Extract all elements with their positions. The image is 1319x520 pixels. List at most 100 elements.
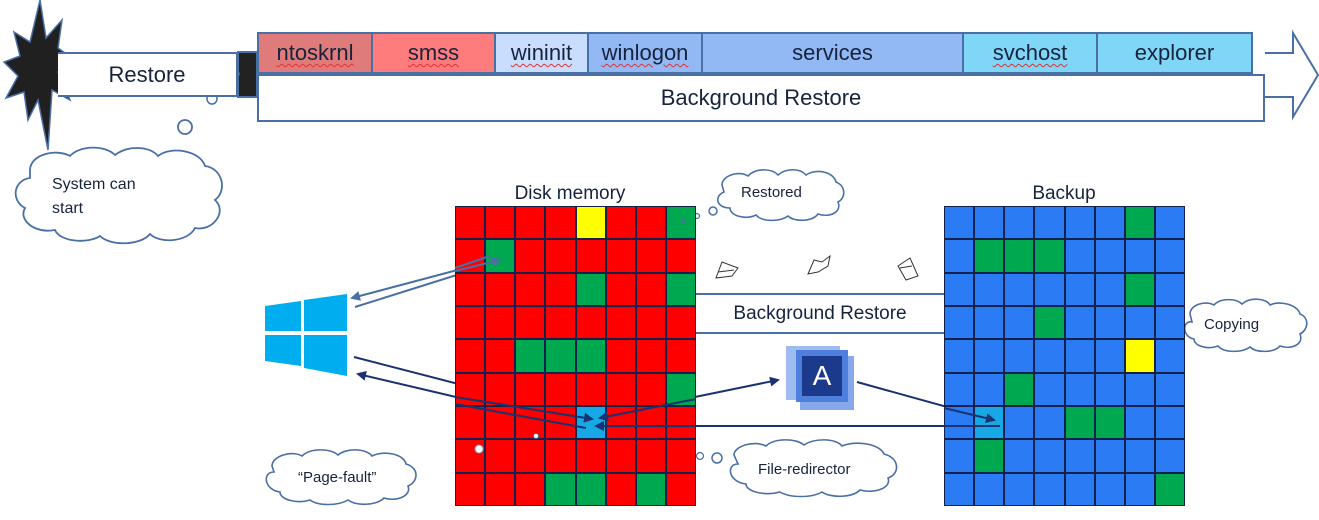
backup-cell: [945, 473, 974, 505]
backup-cell: [1065, 340, 1094, 372]
system-can-start-line2: start: [52, 200, 84, 217]
disk-memory-cell: [636, 440, 665, 472]
backup-cell: [1095, 407, 1124, 439]
system-can-start-line1: System can: [52, 176, 136, 193]
disk-memory-cell: [636, 273, 665, 305]
backup-cell: [975, 307, 1004, 339]
disk-memory-cell: [666, 440, 695, 472]
backup-cell: [1155, 407, 1184, 439]
backup-cell: [1095, 207, 1124, 239]
disk-memory-cell: [576, 340, 605, 372]
disk-memory-cell: [486, 307, 515, 339]
backup-cell: [975, 240, 1004, 272]
page-icon: [715, 261, 739, 279]
backup-cell: [945, 240, 974, 272]
backup-cell: [1035, 407, 1064, 439]
backup-cell: [1035, 273, 1064, 305]
stage-label: wininit: [510, 40, 573, 65]
disk-memory-cell: [576, 307, 605, 339]
disk-memory-cell: [636, 340, 665, 372]
backup-cell: [1155, 373, 1184, 405]
backup-cell: [975, 407, 1004, 439]
backup-cell: [1005, 240, 1034, 272]
backup-cell: [1065, 373, 1094, 405]
backup-cell: [975, 373, 1004, 405]
restore-box: Restore: [58, 52, 238, 97]
disk-memory-cell: [456, 373, 485, 405]
backup-grid: [944, 206, 1185, 506]
stage-label: services: [792, 40, 873, 65]
disk-memory-cell: [606, 340, 635, 372]
disk-memory-cell: [546, 340, 575, 372]
backup-cell: [1065, 307, 1094, 339]
disk-memory-cell: [666, 207, 695, 239]
disk-memory-cell: [666, 373, 695, 405]
backup-cell: [1155, 240, 1184, 272]
disk-memory-cell: [666, 407, 695, 439]
disk-memory-cell: [606, 207, 635, 239]
disk-memory-cell: [576, 373, 605, 405]
backup-cell: [1065, 407, 1094, 439]
backup-cell: [1125, 240, 1154, 272]
disk-memory-cell: [516, 373, 545, 405]
backup-cell: [1095, 240, 1124, 272]
disk-memory-cell: [456, 440, 485, 472]
backup-cell: [1005, 473, 1034, 505]
disk-memory-grid: [455, 206, 696, 506]
stage-ntoskrnl: ntoskrnl: [257, 32, 373, 74]
disk-memory-cell: [576, 407, 605, 439]
backup-cell: [1095, 273, 1124, 305]
disk-memory-cell: [486, 407, 515, 439]
backup-cell: [1035, 307, 1064, 339]
disk-memory-cell: [546, 440, 575, 472]
backup-cell: [1065, 273, 1094, 305]
disk-memory-cell: [456, 407, 485, 439]
disk-memory-cell: [456, 207, 485, 239]
backup-cell: [975, 440, 1004, 472]
restore-label: Restore: [108, 61, 186, 87]
disk-memory-cell: [486, 373, 515, 405]
page-icon: [807, 254, 831, 275]
disk-memory-cell: [546, 473, 575, 505]
stage-services: services: [701, 32, 964, 74]
disk-memory-cell: [636, 207, 665, 239]
disk-memory-cell: [546, 307, 575, 339]
backup-cell: [1065, 207, 1094, 239]
acronis-letter: A: [812, 360, 832, 391]
system-can-start-text: System can start: [52, 173, 136, 221]
backup-cell: [1095, 440, 1124, 472]
stage-label: smss: [407, 40, 460, 65]
backup-cell: [1155, 207, 1184, 239]
backup-cell: [1125, 407, 1154, 439]
backup-cell: [1005, 440, 1034, 472]
backup-cell: [1005, 340, 1034, 372]
backup-cell: [1095, 307, 1124, 339]
backup-cell: [1125, 307, 1154, 339]
disk-memory-cell: [516, 473, 545, 505]
backup-cell: [945, 307, 974, 339]
disk-memory-cell: [636, 473, 665, 505]
disk-memory-cell: [606, 307, 635, 339]
disk-memory-cell: [456, 240, 485, 272]
backup-cell: [1125, 207, 1154, 239]
disk-memory-cell: [576, 440, 605, 472]
disk-memory-cell: [486, 273, 515, 305]
disk-memory-cell: [606, 240, 635, 272]
disk-memory-cell: [576, 240, 605, 272]
backup-cell: [1095, 473, 1124, 505]
backup-cell: [1065, 440, 1094, 472]
disk-memory-cell: [606, 273, 635, 305]
disk-memory-cell: [516, 440, 545, 472]
backup-cell: [1125, 440, 1154, 472]
page-fault-text: “Page-fault”: [298, 469, 377, 486]
backup-cell: [1125, 340, 1154, 372]
stage-explorer: explorer: [1096, 32, 1253, 74]
backup-cell: [1155, 307, 1184, 339]
disk-memory-cell: [546, 273, 575, 305]
disk-memory-cell: [486, 340, 515, 372]
disk-memory-cell: [576, 473, 605, 505]
stage-label: svchost: [992, 40, 1068, 65]
disk-memory-cell: [606, 473, 635, 505]
backup-cell: [1155, 473, 1184, 505]
disk-memory-cell: [666, 307, 695, 339]
